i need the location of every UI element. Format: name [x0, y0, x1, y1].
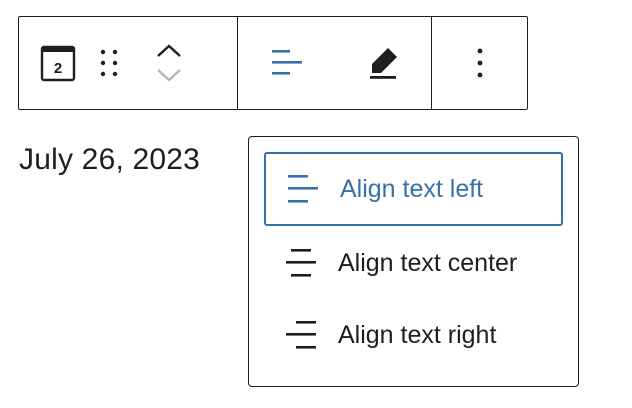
toolbar-group-format: [237, 17, 431, 109]
align-center-label: Align text center: [338, 248, 518, 277]
more-vertical-icon: [476, 47, 484, 79]
drag-handle-icon: [99, 47, 119, 79]
align-left-label: Align text left: [340, 174, 484, 203]
block-type-button[interactable]: 2: [19, 17, 97, 109]
chevron-up-icon: [156, 44, 182, 58]
highlight-button[interactable]: [336, 17, 431, 109]
align-center-option[interactable]: Align text center: [264, 226, 563, 300]
chevron-down-icon: [156, 68, 182, 82]
align-text-button[interactable]: [238, 17, 336, 109]
move-buttons: [121, 17, 217, 109]
block-toolbar: 2: [18, 16, 528, 110]
align-right-label: Align text right: [338, 320, 497, 349]
align-left-option[interactable]: Align text left: [264, 152, 563, 226]
align-left-icon: [266, 172, 340, 206]
date-text[interactable]: July 26, 2023: [19, 142, 200, 178]
align-menu-popover: Align text left Align text center Align …: [248, 136, 579, 387]
align-right-option[interactable]: Align text right: [264, 298, 563, 372]
options-button[interactable]: [432, 17, 527, 109]
drag-button[interactable]: [97, 17, 121, 109]
move-down-button[interactable]: [156, 68, 182, 82]
move-up-button[interactable]: [156, 44, 182, 58]
align-right-icon: [264, 318, 338, 352]
highlighter-icon: [368, 46, 400, 80]
calendar-icon: 2: [40, 44, 76, 82]
align-left-icon: [270, 48, 304, 78]
toolbar-group-block: 2: [19, 17, 237, 109]
align-center-icon: [264, 246, 338, 280]
toolbar-group-options: [431, 17, 527, 109]
svg-text:2: 2: [54, 60, 62, 77]
